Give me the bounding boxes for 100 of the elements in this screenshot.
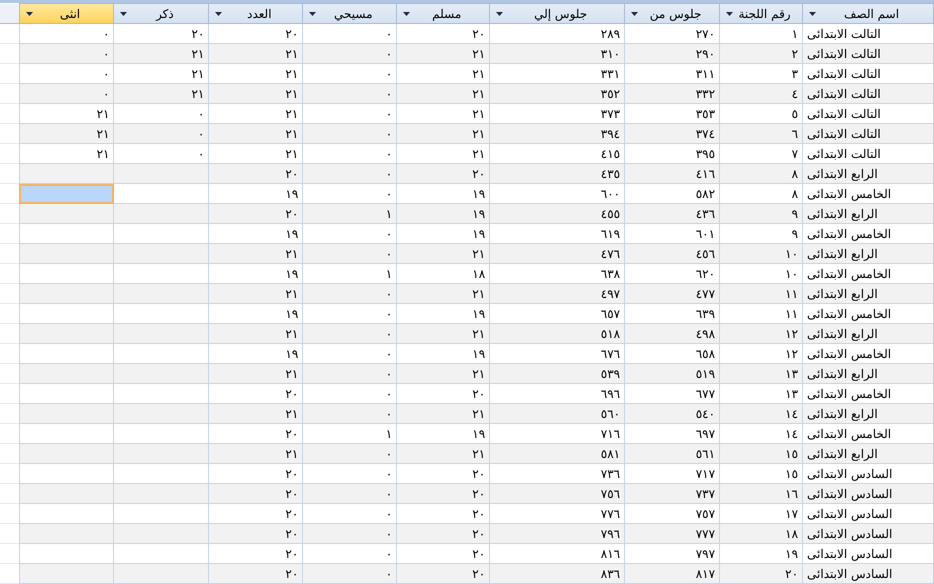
table-cell: ٦٣٩: [696, 306, 716, 320]
table-cell: ٠: [386, 186, 392, 200]
selected-cell[interactable]: [19, 184, 114, 204]
table-cell: ٦٩٦: [600, 386, 620, 400]
table-cell: السادس الابتدائى: [807, 526, 892, 540]
caret-icon: [26, 12, 33, 16]
table-cell: ١١: [785, 306, 798, 320]
table-cell: ١٦: [785, 486, 798, 500]
table-cell: ٤٣٦: [696, 206, 716, 220]
table-cell: ٢١: [472, 126, 486, 140]
column-header[interactable]: رقم اللجنة: [720, 4, 802, 23]
table-cell: ٢١: [285, 286, 298, 300]
table-cell: السادس الابتدائى: [807, 486, 892, 500]
table-cell: ٧٧٧: [696, 526, 716, 540]
table-cell: ٠: [386, 46, 392, 60]
table-cell: ٠: [386, 406, 392, 420]
table-cell: ٣١١: [696, 66, 716, 80]
table-cell: ٧: [792, 146, 798, 160]
table-cell: ٠: [386, 66, 392, 80]
column-header[interactable]: جلوس من: [625, 4, 720, 23]
caret-icon: [809, 12, 816, 16]
table-cell: ٢١: [285, 326, 298, 340]
table-cell: ٤٧٦: [600, 246, 620, 260]
table-cell: التالت الابتدائى: [807, 66, 881, 80]
table-cell: ٠: [386, 346, 392, 360]
table-cell: ٣: [792, 66, 798, 80]
table-cell: ٠: [386, 226, 392, 240]
table-cell: ٠: [386, 106, 392, 120]
column-header[interactable]: ذكر: [114, 4, 208, 23]
table-cell: ٢٠: [285, 26, 298, 40]
table-cell: ٥٤٠: [696, 406, 716, 420]
table-cell: ١: [792, 26, 798, 40]
table-cell: ٢١: [472, 46, 486, 60]
table-cell: ٦٧٧: [696, 386, 716, 400]
table-cell: ١٩: [472, 426, 486, 440]
table-cell: ٢٠: [191, 26, 204, 40]
column-header[interactable]: مسيحي: [303, 4, 396, 23]
table-cell: ٢٠: [285, 426, 298, 440]
table-cell: ٢٠: [285, 506, 298, 520]
table-cell: ٤٧٧: [696, 286, 716, 300]
table-cell: ٦٥٨: [696, 346, 716, 360]
column-header[interactable]: اسم الصف: [803, 4, 933, 23]
table-cell: ٠: [386, 286, 392, 300]
table-cell: ٠: [198, 126, 204, 140]
table-cell: ٠: [386, 326, 392, 340]
table-cell: ٥٨١: [600, 446, 620, 460]
table-cell: ٢٠: [472, 566, 486, 580]
table-cell: ٥٦١: [696, 446, 716, 460]
table-cell: ٧٩٦: [600, 526, 620, 540]
table-cell: ٤: [792, 86, 798, 100]
table-cell: السادس الابتدائى: [807, 566, 892, 580]
table-cell: ٢١: [285, 46, 298, 60]
table-cell: التالت الابتدائى: [807, 86, 881, 100]
table-cell: ٢٠: [472, 466, 486, 480]
table-cell: ٠: [386, 166, 392, 180]
table-cell: الخامس الابتدائى: [807, 306, 892, 320]
table-cell: ٣٣١: [600, 66, 620, 80]
table-cell: ١٧: [785, 506, 798, 520]
table-cell: ٢٨٩: [600, 26, 620, 40]
table-cell: الخامس الابتدائى: [807, 266, 892, 280]
table-cell: ١٩: [785, 546, 798, 560]
column-header[interactable]: مسلم: [397, 4, 490, 23]
table-cell: ٢١: [472, 446, 486, 460]
table-cell: ٣٩٥: [696, 146, 716, 160]
table-cell: ٠: [198, 146, 204, 160]
table-cell: ٢١: [191, 46, 204, 60]
table-cell: ٢١: [285, 126, 298, 140]
table-cell: ٠: [386, 386, 392, 400]
table-cell: ٦٥٧: [600, 306, 620, 320]
table-cell: ٢١: [191, 66, 204, 80]
table-cell: ٠: [386, 86, 392, 100]
table-cell: ٤٩٧: [600, 286, 620, 300]
table-cell: ٣٧٣: [600, 106, 620, 120]
table-cell: الرابع الابتدائى: [807, 326, 878, 340]
table-cell: ٢١: [472, 286, 486, 300]
table-cell: ٥٣٩: [600, 366, 620, 380]
table-cell: ٢٠: [472, 506, 486, 520]
table-cell: ٢٠: [472, 546, 486, 560]
caret-icon: [215, 12, 222, 16]
column-header[interactable]: انثى: [20, 4, 114, 23]
table-cell: ١٣: [785, 366, 798, 380]
table-cell: ٢٠: [285, 546, 298, 560]
table-cell: ٣٩٤: [600, 126, 620, 140]
table-cell: ١٥: [785, 446, 798, 460]
table-cell: السادس الابتدائى: [807, 466, 892, 480]
table-cell: ٠: [386, 246, 392, 260]
table-cell: ٢٠: [472, 386, 486, 400]
column-header[interactable]: جلوس إلي: [490, 4, 624, 23]
table-cell: ٢١: [472, 366, 486, 380]
column-header[interactable]: العدد: [209, 4, 302, 23]
table-cell: ٢١: [285, 366, 298, 380]
table-cell: ٣١٠: [600, 46, 620, 60]
table-cell: ٢١: [472, 146, 486, 160]
table-cell: ٨: [792, 186, 798, 200]
table-cell: ٢٠: [285, 206, 298, 220]
table-cell: ٤١٥: [600, 146, 620, 160]
table-cell: ١٠: [785, 246, 798, 260]
table-cell: ٠: [103, 86, 110, 100]
table-cell: ٢١: [96, 146, 110, 160]
table-cell: ٧٣٦: [600, 466, 620, 480]
